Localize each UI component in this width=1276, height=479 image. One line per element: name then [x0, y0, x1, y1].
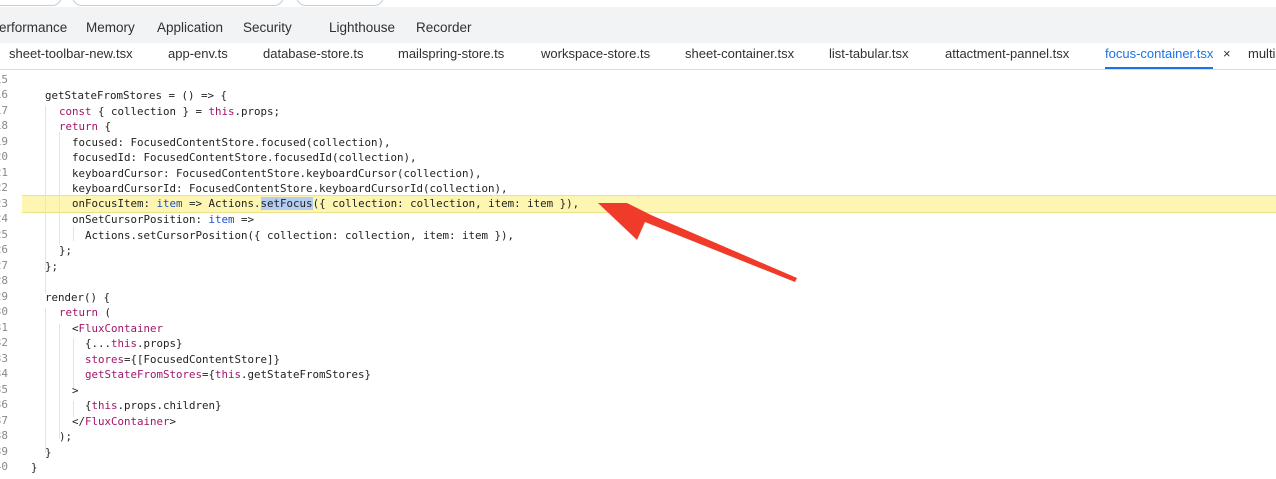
code-line: stores={[FocusedContentStore]} — [85, 352, 280, 368]
code-text: </ — [72, 415, 86, 428]
code-line: focusedId: FocusedContentStore.focusedId… — [72, 150, 417, 166]
code-text: {... — [85, 337, 112, 350]
keyword-token: const — [59, 105, 92, 118]
code-line: getStateFromStores={this.getStateFromSto… — [85, 367, 371, 383]
code-line: }; — [59, 243, 72, 259]
file-tab[interactable]: attactment-pannel.tsx — [945, 46, 1069, 69]
code-line: } — [31, 460, 38, 476]
code-text: > — [169, 415, 177, 428]
code-text: .getStateFromStores} — [241, 368, 372, 381]
code-line: onSetCursorPosition: item => — [72, 212, 254, 228]
code-text: .props; — [234, 105, 281, 118]
file-tab[interactable]: app-env.ts — [168, 46, 228, 69]
keyword-token: this — [208, 105, 235, 118]
code-text: Actions.setCursorPosition({ collection: … — [85, 229, 515, 242]
code-line: const { collection } = this.props; — [59, 104, 280, 120]
code-text: render() { — [45, 291, 111, 304]
code-text: .props.children} — [117, 399, 222, 412]
editor-file-tabs: sheet-toolbar-new.tsx app-env.ts databas… — [0, 43, 1276, 70]
tag-token: FluxContainer — [78, 322, 164, 335]
file-tab-active[interactable]: focus-container.tsx — [1105, 46, 1214, 69]
code-text: focused: FocusedContentStore.focused(col… — [72, 136, 391, 149]
code-text: ( — [98, 306, 112, 319]
code-line: {...this.props} — [85, 336, 183, 352]
file-tab[interactable]: sheet-container.tsx — [685, 46, 794, 69]
toolbar-pill[interactable] — [296, 0, 384, 6]
code-text: { — [98, 120, 112, 133]
tab-application[interactable]: Application — [157, 20, 223, 35]
code-text: { collection } = — [91, 105, 209, 118]
code-line: return ( — [59, 305, 111, 321]
code-text: }; — [45, 260, 59, 273]
code-text: ({ collection: collection, item: item })… — [312, 197, 580, 210]
keyword-token: return — [59, 306, 99, 319]
code-text: .props} — [137, 337, 183, 350]
param-token: item — [208, 213, 235, 226]
toolbar-pill[interactable] — [72, 0, 284, 6]
code-line: }; — [45, 259, 58, 275]
file-tab[interactable]: multi — [1248, 46, 1275, 69]
attr-token: stores — [85, 353, 125, 366]
code-text: onSetCursorPosition: — [72, 213, 209, 226]
code-line: <FluxContainer — [72, 321, 163, 337]
code-lines: getStateFromStores = () => { const { col… — [0, 70, 1276, 479]
code-text: ); — [59, 430, 73, 443]
code-line: getStateFromStores = () => { — [45, 88, 227, 104]
close-tab-icon[interactable]: × — [1223, 46, 1231, 61]
attr-token: getStateFromStores — [85, 368, 203, 381]
code-line: > — [72, 383, 79, 399]
code-editor[interactable]: 15 16 17 18 19 20 21 22 23 24 25 26 27 2… — [0, 70, 1276, 479]
tab-security[interactable]: Security — [243, 20, 292, 35]
code-line: </FluxContainer> — [72, 414, 176, 430]
code-line: } — [45, 445, 52, 461]
code-text: keyboardCursor: FocusedContentStore.keyb… — [72, 167, 482, 180]
file-tab[interactable]: sheet-toolbar-new.tsx — [9, 46, 133, 69]
code-line-highlighted: onFocusItem: item => Actions.setFocus({ … — [72, 196, 579, 212]
keyword-token: return — [59, 120, 99, 133]
file-tab[interactable]: workspace-store.ts — [541, 46, 650, 69]
code-line: keyboardCursorId: FocusedContentStore.ke… — [72, 181, 508, 197]
keyword-token: this — [111, 337, 138, 350]
code-line: {this.props.children} — [85, 398, 222, 414]
devtools-panel-tabs: erformance Memory Application Security L… — [0, 7, 1276, 44]
toolbar-pill[interactable] — [0, 0, 62, 6]
code-line: focused: FocusedContentStore.focused(col… — [72, 135, 391, 151]
file-tab[interactable]: mailspring-store.ts — [398, 46, 504, 69]
tab-recorder[interactable]: Recorder — [416, 20, 472, 35]
file-tab[interactable]: database-store.ts — [263, 46, 363, 69]
code-line: return { — [59, 119, 111, 135]
code-line: ); — [59, 429, 72, 445]
tab-performance[interactable]: erformance — [0, 20, 67, 35]
param-token: item — [156, 197, 183, 210]
tab-memory[interactable]: Memory — [86, 20, 135, 35]
code-text: => — [234, 213, 255, 226]
code-text: focusedId: FocusedContentStore.focusedId… — [72, 151, 417, 164]
code-text: ={[FocusedContentStore]} — [124, 353, 281, 366]
code-text: onFocusItem: — [72, 197, 157, 210]
code-text: getStateFromStores = () => { — [45, 89, 228, 102]
tab-lighthouse[interactable]: Lighthouse — [329, 20, 395, 35]
keyword-token: this — [91, 399, 118, 412]
code-text: } — [45, 446, 52, 459]
code-text: => Actions. — [182, 197, 261, 210]
code-line: render() { — [45, 290, 110, 306]
tag-token: FluxContainer — [85, 415, 170, 428]
code-text: > — [72, 384, 79, 397]
code-text: }; — [59, 244, 73, 257]
file-tab[interactable]: list-tabular.tsx — [829, 46, 908, 69]
code-text: } — [31, 461, 38, 474]
selected-token[interactable]: setFocus — [260, 197, 313, 210]
keyword-token: this — [215, 368, 242, 381]
code-text: ={ — [202, 368, 216, 381]
top-toolbar-strip — [0, 0, 1276, 7]
code-line: Actions.setCursorPosition({ collection: … — [85, 228, 514, 244]
code-text: keyboardCursorId: FocusedContentStore.ke… — [72, 182, 508, 195]
code-line: keyboardCursor: FocusedContentStore.keyb… — [72, 166, 482, 182]
